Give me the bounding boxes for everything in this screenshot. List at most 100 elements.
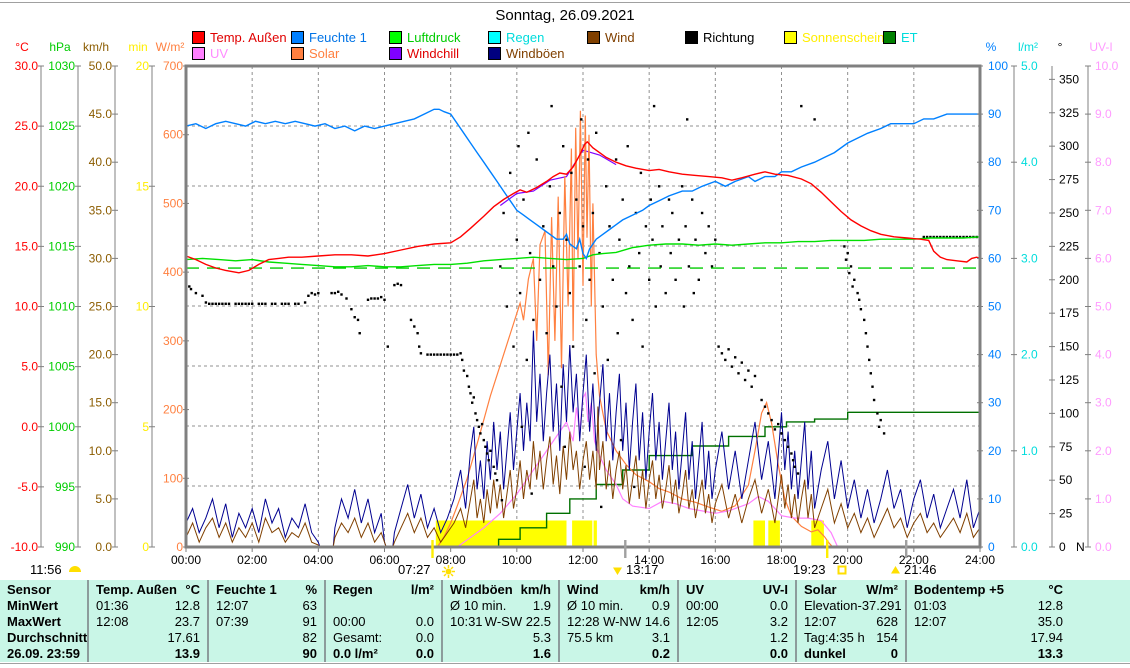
legend-item-regen: Regen: [488, 30, 544, 45]
table-column-windb-en: Windböenkm/hØ 10 min.1.910:31W-SW 22.55.…: [441, 580, 558, 662]
table-row: 1.2: [686, 630, 788, 646]
legend-label: ET: [901, 30, 918, 45]
legend-label: Temp. Außen: [210, 30, 287, 45]
table-row: Tag:4:35 h154: [804, 630, 898, 646]
table-row-labels: SensorMinWertMaxWertDurchschnitt26.09. 2…: [0, 580, 87, 662]
legend-item-uv: UV: [192, 46, 228, 61]
legend-label: Sonnenschein: [802, 30, 884, 45]
table-column-wind: Windkm/hØ 10 min.0.912:28W-NW 14.675.5 k…: [558, 580, 677, 662]
legend-item-windb-en: Windböen: [488, 46, 565, 61]
row-label: 26.09. 23:59: [7, 646, 80, 662]
table-column-bodentemp-5: Bodentemp +5°C01:0312.812:0735.017.9413.…: [905, 580, 1070, 662]
luftdruck-swatch-icon: [389, 31, 402, 44]
sun-moon-time: 11:56: [30, 562, 62, 577]
sunrise-icon: [442, 565, 455, 578]
table-row: 75.5 km3.1: [567, 630, 670, 646]
column-header: Windböenkm/h: [450, 582, 551, 598]
sun-moon-time: 13:17: [626, 562, 659, 577]
legend-item-wind: Wind: [587, 30, 635, 45]
table-row: 1.6: [450, 646, 551, 662]
table-row: 5.3: [450, 630, 551, 646]
table-row: Elevation-37.291: [804, 598, 898, 614]
table-row: 17.94: [914, 630, 1063, 646]
row-label: MaxWert: [7, 614, 80, 630]
table-row: 12:0735.0: [914, 614, 1063, 630]
column-header: Bodentemp +5°C: [914, 582, 1063, 598]
table-column-uv: UVUV-I00:000.012:053.21.20.0: [677, 580, 795, 662]
table-row: 13.9: [96, 646, 200, 662]
legend-label: Solar: [309, 46, 339, 61]
richtung-swatch-icon: [685, 31, 698, 44]
sun-moon-time: 19:23: [793, 562, 826, 577]
legend-item-temp-au-en: Temp. Außen: [192, 30, 287, 45]
column-header: UVUV-I: [686, 582, 788, 598]
legend-item-richtung: Richtung: [685, 30, 754, 45]
table-row: 12:053.2: [686, 614, 788, 630]
windb-en-swatch-icon: [488, 47, 501, 60]
sunset-icon: [837, 565, 847, 575]
legend-label: UV: [210, 46, 228, 61]
table-row: 01:3612.8: [96, 598, 200, 614]
row-label: Durchschnitt: [7, 630, 80, 646]
moonrise-icon: [890, 565, 901, 576]
legend-label: Wind: [605, 30, 635, 45]
row-label: MinWert: [7, 598, 80, 614]
temp-au-en-swatch-icon: [192, 31, 205, 44]
legend-label: Windböen: [506, 46, 565, 61]
legend-label: Feuchte 1: [309, 30, 367, 45]
table-row: 13.3: [914, 646, 1063, 662]
legend-item-feuchte-1: Feuchte 1: [291, 30, 367, 45]
table-row: [333, 598, 434, 614]
sonnenschein-swatch-icon: [784, 31, 797, 44]
legend-label: Luftdruck: [407, 30, 460, 45]
wind-swatch-icon: [587, 31, 600, 44]
table-row: 01:0312.8: [914, 598, 1063, 614]
legend-label: Richtung: [703, 30, 754, 45]
legend-item-luftdruck: Luftdruck: [389, 30, 460, 45]
table-row: 12:07628: [804, 614, 898, 630]
uv-swatch-icon: [192, 47, 205, 60]
table-row: Ø 10 min.1.9: [450, 598, 551, 614]
table-row: 12:28W-NW 14.6: [567, 614, 670, 630]
table-row: 07:3991: [216, 614, 317, 630]
table-row: 10:31W-SW 22.5: [450, 614, 551, 630]
table-row: Gesamt:0.0: [333, 630, 434, 646]
windchill-swatch-icon: [389, 47, 402, 60]
stats-table: SensorMinWertMaxWertDurchschnitt26.09. 2…: [0, 580, 1130, 662]
table-row: 82: [216, 630, 317, 646]
column-header: Feuchte 1%: [216, 582, 317, 598]
legend-item-sonnenschein: Sonnenschein: [784, 30, 884, 45]
moonset-icon: [612, 565, 623, 576]
table-row: dunkel0: [804, 646, 898, 662]
et-swatch-icon: [883, 31, 896, 44]
sun-moon-time: 07:27: [398, 562, 431, 577]
table-column-solar: SolarW/m²Elevation-37.29112:07628Tag:4:3…: [795, 580, 905, 662]
table-row: 12:0823.7: [96, 614, 200, 630]
table-row: 0.2: [567, 646, 670, 662]
legend-label: Regen: [506, 30, 544, 45]
table-row: 0.0: [686, 646, 788, 662]
row-label: Sensor: [7, 582, 80, 598]
window-bottom-border: [0, 663, 1130, 664]
regen-swatch-icon: [488, 31, 501, 44]
table-column-regen: Regenl/m²00:000.0Gesamt:0.00.0 l/m²0.0: [324, 580, 441, 662]
table-row: 12:0763: [216, 598, 317, 614]
table-row: 0.0 l/m²0.0: [333, 646, 434, 662]
table-row: 00:000.0: [686, 598, 788, 614]
feuchte-1-swatch-icon: [291, 31, 304, 44]
table-column-feuchte-1: Feuchte 1%12:076307:39918290: [207, 580, 324, 662]
column-header: Regenl/m²: [333, 582, 434, 598]
table-column-temp-au-en: Temp. Außen°C01:3612.812:0823.717.6113.9: [87, 580, 207, 662]
day-length-icon: [68, 565, 82, 573]
sun-moon-annotations: 11:56 07:27 13:17 19:23 21:46: [0, 0, 1130, 580]
legend-label: Windchill: [407, 46, 459, 61]
column-header: SolarW/m²: [804, 582, 898, 598]
sun-moon-time: 21:46: [904, 562, 937, 577]
table-row: Ø 10 min.0.9: [567, 598, 670, 614]
solar-swatch-icon: [291, 47, 304, 60]
column-header: Windkm/h: [567, 582, 670, 598]
column-header: Temp. Außen°C: [96, 582, 200, 598]
legend-item-windchill: Windchill: [389, 46, 459, 61]
table-row: 90: [216, 646, 317, 662]
table-row: 17.61: [96, 630, 200, 646]
